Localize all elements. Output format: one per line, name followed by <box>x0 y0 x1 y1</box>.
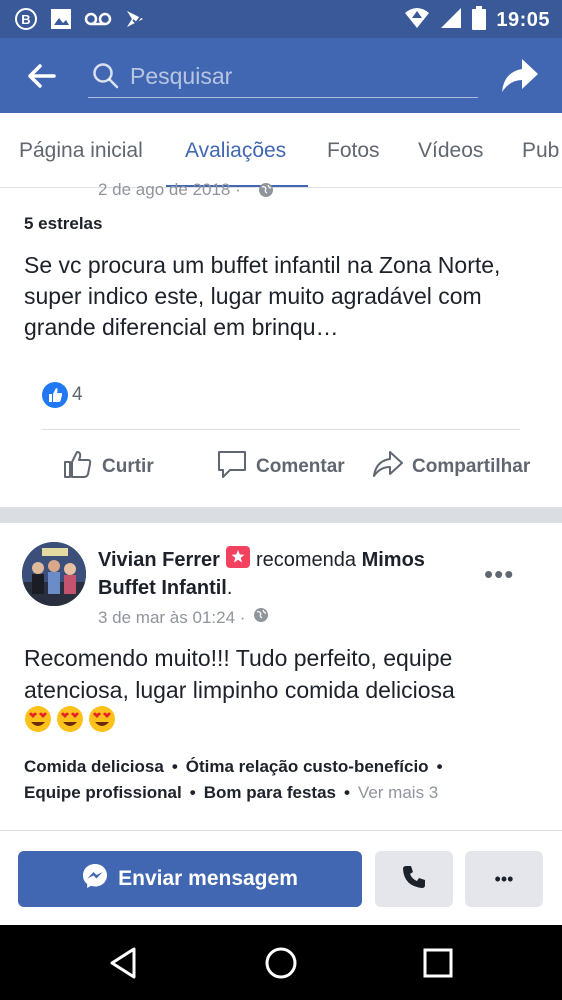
globe-icon <box>258 182 274 203</box>
review-tags: Comida deliciosa • Ótima relação custo-ben… <box>24 754 554 806</box>
tag-separator: • <box>189 783 196 802</box>
share-label: Compartilhar <box>412 456 531 477</box>
messenger-icon <box>82 863 108 895</box>
back-arrow-icon[interactable] <box>26 60 58 92</box>
comment-label: Comentar <box>256 456 345 477</box>
signal-icon <box>440 7 462 34</box>
like-count[interactable]: 4 <box>72 384 83 406</box>
system-nav-bar <box>0 925 562 1000</box>
tab-videos[interactable]: Vídeos <box>418 139 483 163</box>
b-notification-icon: B <box>14 7 38 36</box>
emoji-row <box>24 705 116 733</box>
call-button[interactable] <box>375 851 453 907</box>
tab-pagina-inicial[interactable]: Página inicial <box>19 139 143 163</box>
voicemail-icon <box>84 10 112 33</box>
send-message-button[interactable]: Enviar mensagem <box>18 851 362 907</box>
tag-separator: • <box>343 783 350 802</box>
nav-home-icon[interactable] <box>263 945 299 981</box>
svg-text:B: B <box>21 12 30 27</box>
globe-icon <box>253 607 269 628</box>
author-name[interactable]: Vivian Ferrer <box>98 549 220 571</box>
tag-separator: • <box>171 757 178 776</box>
tag: Comida deliciosa <box>24 757 164 776</box>
comment-button[interactable]: Comentar <box>216 448 345 486</box>
status-bar: B 19:05 <box>0 0 562 38</box>
review-rating: 5 estrelas <box>24 214 103 233</box>
recommend-verb: recomenda <box>255 549 356 571</box>
page-action-bar: Enviar mensagem ••• <box>0 830 562 925</box>
more-options-icon[interactable]: ••• <box>484 561 514 587</box>
image-icon <box>50 8 72 35</box>
share-button[interactable]: Compartilhar <box>372 448 530 486</box>
header-period: . <box>226 577 233 599</box>
check-badge-icon <box>124 8 146 35</box>
tab-avaliacoes[interactable]: Avaliações <box>185 139 286 163</box>
review-text[interactable]: Recomendo muito!!! Tudo perfeito, equipe… <box>24 642 544 706</box>
search-icon <box>92 62 120 90</box>
heart-eyes-emoji-icon <box>89 706 115 732</box>
like-reaction-icon[interactable] <box>42 382 68 408</box>
phone-icon <box>401 864 427 895</box>
search-bar[interactable] <box>88 52 478 98</box>
search-input[interactable] <box>130 60 460 92</box>
status-time: 19:05 <box>496 9 550 31</box>
heart-eyes-emoji-icon <box>57 706 83 732</box>
comment-icon <box>216 448 248 486</box>
more-actions-button[interactable]: ••• <box>465 851 543 907</box>
section-separator <box>0 507 562 523</box>
divider <box>42 429 520 430</box>
tag: Equipe profissional <box>24 783 182 802</box>
thumbs-up-icon <box>62 448 94 486</box>
nav-back-icon[interactable] <box>106 945 142 981</box>
see-more-tags-link[interactable]: Ver mais 3 <box>358 783 438 802</box>
tag: Bom para festas <box>203 783 336 802</box>
avatar[interactable] <box>22 542 86 606</box>
app-bar <box>0 38 562 113</box>
share-icon <box>372 448 404 486</box>
nav-recents-icon[interactable] <box>420 945 456 981</box>
tab-publicacoes[interactable]: Pub <box>522 139 559 163</box>
review-text[interactable]: Se vc procura um buffet infantil na Zona… <box>24 250 544 343</box>
tab-fotos[interactable]: Fotos <box>327 139 380 163</box>
review-meta: 3 de mar às 01:24 · <box>98 607 269 628</box>
review-header: Vivian Ferrer recomenda Mimos Buffet Infa… <box>98 546 468 602</box>
like-label: Curtir <box>102 456 154 477</box>
like-button[interactable]: Curtir <box>62 448 154 486</box>
heart-eyes-emoji-icon <box>25 706 51 732</box>
battery-icon <box>472 6 487 35</box>
wifi-icon <box>404 7 430 34</box>
tag: Ótima relação custo-benefício <box>185 757 429 776</box>
share-arrow-icon[interactable] <box>500 57 540 95</box>
review-date[interactable]: 3 de mar às 01:24 · <box>98 608 245 628</box>
recommend-badge-icon <box>225 546 250 568</box>
page-tabs: Página inicial Avaliações Fotos Vídeos P… <box>0 113 562 188</box>
send-message-label: Enviar mensagem <box>118 867 298 890</box>
review-date[interactable]: 2 de ago de 2018 · <box>98 180 241 200</box>
tag-separator: • <box>436 757 443 776</box>
more-actions-label: ••• <box>494 868 514 889</box>
